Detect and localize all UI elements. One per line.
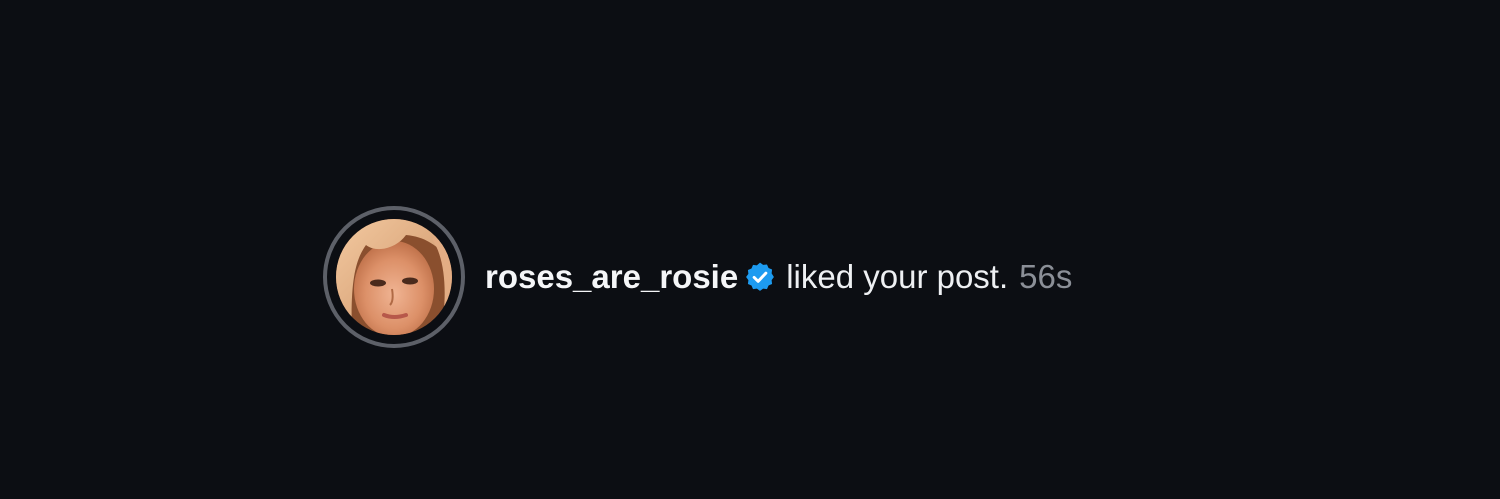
username-link[interactable]: roses_are_rosie bbox=[485, 257, 738, 297]
like-notification[interactable]: roses_are_rosie liked your post. 56s bbox=[323, 206, 1072, 348]
timestamp: 56s bbox=[1019, 258, 1073, 295]
action-text: liked your post. bbox=[786, 258, 1009, 295]
avatar bbox=[336, 219, 452, 335]
verified-badge-icon bbox=[746, 262, 775, 291]
notification-text: roses_are_rosie liked your post. 56s bbox=[485, 257, 1072, 297]
avatar-story-ring[interactable] bbox=[323, 206, 465, 348]
